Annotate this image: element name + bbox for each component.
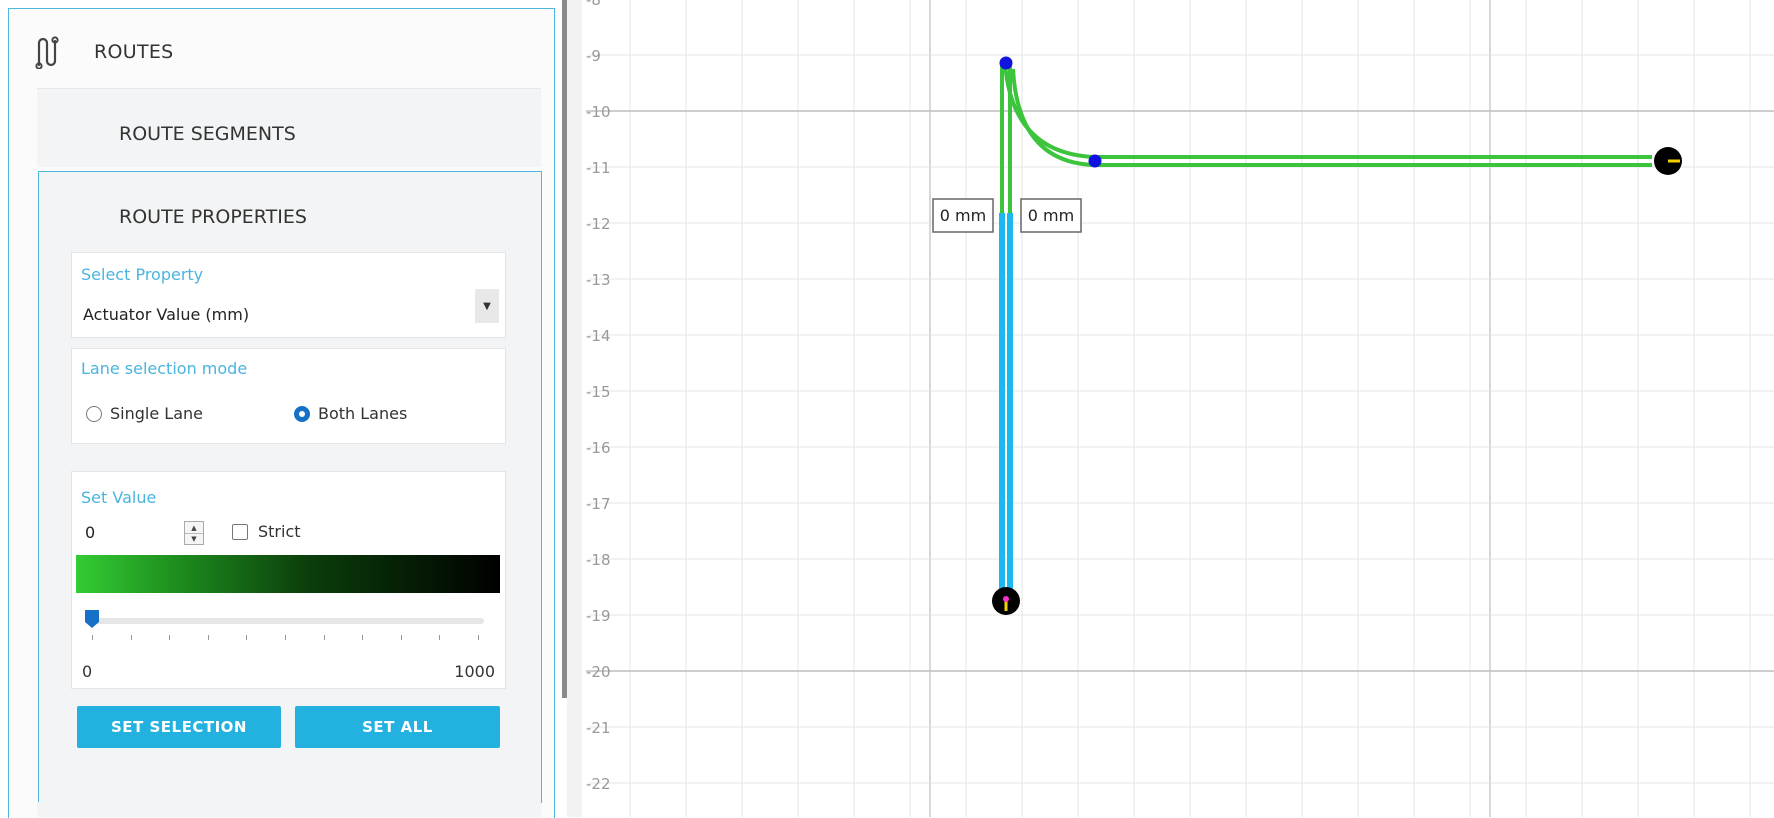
color-gradient-bar [76, 555, 500, 593]
slider-max-label: 1000 [454, 662, 495, 681]
y-tick-label: -21 [586, 719, 611, 737]
spin-down-icon[interactable]: ▼ [185, 533, 203, 544]
set-value-label: Set Value [81, 488, 157, 507]
route-properties-section: ROUTE PROPERTIES Select Property Actuato… [38, 171, 542, 803]
select-property-field[interactable]: Select Property Actuator Value (mm) ▼ [71, 252, 506, 338]
slider-tick [92, 635, 93, 640]
y-tick-label: -20 [586, 663, 611, 681]
y-tick-label: -8 [586, 0, 601, 9]
select-property-label: Select Property [81, 265, 204, 284]
y-tick-label: -16 [586, 439, 611, 457]
value-slider-thumb[interactable] [84, 609, 100, 629]
value-slider-track[interactable] [88, 618, 484, 624]
y-tick-label: -15 [586, 383, 611, 401]
route-icon [34, 35, 64, 69]
slider-tick [362, 635, 364, 640]
y-tick-label: -9 [586, 47, 601, 65]
route-canvas[interactable]: -8 -9 -10 -11 -12 -13 -14 -15 -16 -17 -18 -19 -20 -21… [582, 0, 1774, 817]
set-selection-button[interactable]: SET SELECTION [77, 706, 281, 748]
y-tick-label: -14 [586, 327, 611, 345]
set-all-button[interactable]: SET ALL [295, 706, 500, 748]
routes-title: ROUTES [94, 41, 174, 63]
control-node [999, 56, 1013, 70]
slider-tick [323, 635, 325, 640]
strict-label: Strict [258, 522, 301, 541]
radio-single-lane-label: Single Lane [110, 404, 203, 423]
y-tick-label: -12 [586, 215, 611, 233]
radio-both-lanes[interactable]: Both Lanes [294, 404, 407, 423]
slider-tick [400, 635, 402, 640]
set-value-input[interactable]: 0 [85, 523, 200, 542]
y-tick-label: -18 [586, 551, 611, 569]
slider-tick [246, 635, 248, 640]
select-property-value: Actuator Value (mm) [83, 305, 250, 324]
value-spinner[interactable]: ▲ ▼ [184, 521, 204, 545]
radio-checked-icon[interactable] [294, 405, 310, 422]
slider-tick [130, 635, 132, 640]
radio-unchecked-icon[interactable] [86, 405, 102, 422]
route-segments-title: ROUTE SEGMENTS [119, 123, 296, 145]
route-properties-title: ROUTE PROPERTIES [119, 206, 307, 228]
slider-tick [285, 635, 286, 640]
dropdown-arrow-icon[interactable]: ▼ [475, 289, 499, 323]
set-value-group: Set Value 0 ▲ ▼ Strict 0 1000 [71, 471, 506, 689]
value-label: 0 mm [1028, 206, 1074, 225]
slider-min-label: 0 [82, 662, 93, 681]
y-tick-label: -19 [586, 607, 611, 625]
y-tick-label: -10 [586, 103, 611, 121]
slider-tick [207, 635, 209, 640]
routes-panel: ROUTES ROUTE SEGMENTS ROUTE PROPERTIES S… [0, 0, 560, 818]
radio-single-lane[interactable]: Single Lane [86, 404, 203, 423]
canvas-gutter [567, 0, 582, 817]
end-marker-dot [1003, 596, 1009, 602]
route-segments-section[interactable]: ROUTE SEGMENTS [37, 88, 541, 167]
strict-checkbox[interactable]: Strict [232, 522, 301, 541]
y-tick-label: -17 [586, 495, 611, 513]
y-tick-label: -22 [586, 775, 611, 793]
lane-selection-mode-group: Lane selection mode Single Lane Both Lan… [71, 348, 506, 444]
y-tick-label: -13 [586, 271, 611, 289]
routes-header[interactable]: ROUTES [34, 32, 174, 72]
slider-tick [169, 635, 171, 640]
value-label: 0 mm [940, 206, 986, 225]
slider-tick [439, 635, 441, 640]
control-node [1088, 154, 1102, 168]
y-tick-label: -11 [586, 159, 611, 177]
grid-svg: -8 -9 -10 -11 -12 -13 -14 -15 -16 -17 -18 -19 -20 -21… [586, 0, 1774, 817]
checkbox-icon[interactable] [232, 523, 248, 540]
next-section [37, 802, 541, 817]
route-curve-inner [1011, 68, 1096, 167]
lane-selection-mode-label: Lane selection mode [81, 359, 248, 378]
slider-tick [478, 635, 479, 640]
radio-both-lanes-label: Both Lanes [318, 404, 408, 423]
